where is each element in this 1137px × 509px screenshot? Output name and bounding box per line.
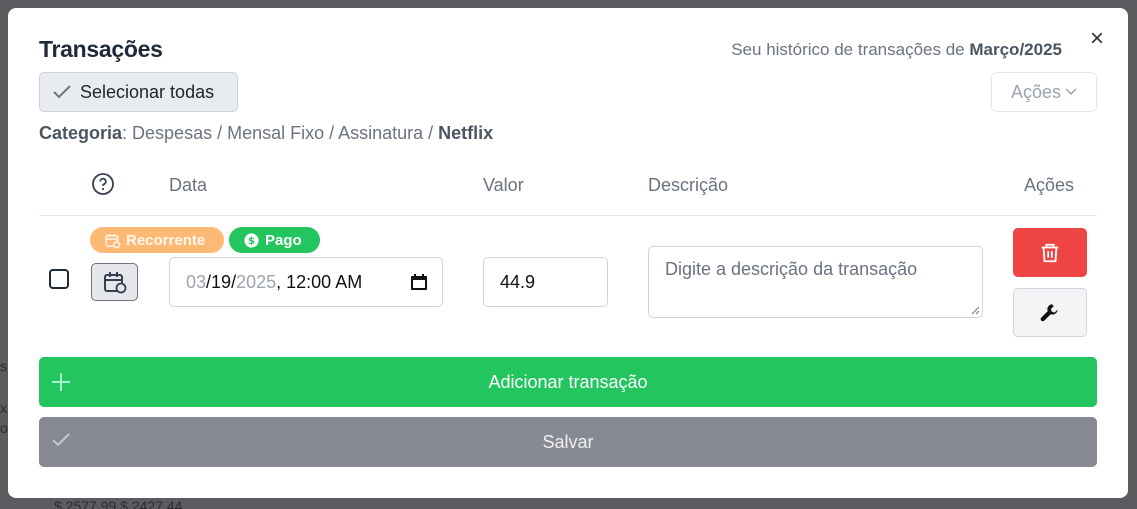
wrench-icon [1040, 303, 1058, 321]
edit-button[interactable] [1013, 288, 1087, 337]
delete-button[interactable] [1013, 228, 1087, 277]
dollar-coin-icon: $ [244, 232, 259, 248]
add-transaction-button[interactable]: Adicionar transação [39, 357, 1097, 407]
close-button[interactable]: × [1086, 27, 1108, 51]
value-input[interactable]: 44.9 [483, 257, 608, 307]
paid-badge-label: Pago [265, 231, 302, 249]
backdrop-text: s [0, 358, 7, 374]
actions-dropdown-label: Ações [1010, 81, 1062, 102]
breadcrumb-current: Netflix [438, 123, 494, 143]
date-day: 19 [211, 271, 232, 292]
subtitle-prefix: Seu histórico de transações de [731, 40, 970, 59]
resize-grip-icon[interactable] [970, 305, 980, 315]
row-checkbox[interactable] [49, 269, 69, 289]
breadcrumb-label: Categoria [39, 123, 123, 143]
column-header-value: Valor [483, 175, 524, 195]
date-input[interactable]: 03/19/2025, 12:00 AM [169, 257, 443, 307]
calendar-repeat-icon [103, 272, 126, 294]
calendar-repeat-icon [105, 233, 121, 248]
chevron-down-icon [1065, 88, 1077, 96]
date-year: 2025 [236, 271, 277, 292]
select-all-label: Selecionar todas [80, 81, 215, 102]
check-icon [52, 433, 70, 447]
column-header-actions: Ações [1024, 175, 1075, 195]
column-header-date: Data [169, 175, 208, 195]
svg-text:$: $ [248, 236, 255, 247]
save-button[interactable]: Salvar [39, 417, 1097, 467]
paid-badge: $ Pago [229, 227, 320, 253]
recurring-toggle-button[interactable] [91, 263, 138, 301]
modal-title: Transações [39, 36, 163, 62]
backdrop-text: o [0, 420, 8, 436]
description-placeholder: Digite a descrição da transação [665, 259, 918, 279]
table-divider [39, 215, 1097, 216]
calendar-icon[interactable] [410, 273, 428, 291]
transactions-modal: × Transações Seu histórico de transações… [8, 8, 1128, 498]
date-time: , 12:00 AM [276, 271, 363, 292]
help-icon[interactable] [91, 172, 115, 196]
modal-subtitle: Seu histórico de transações de Março/202… [731, 40, 1062, 60]
save-label: Salvar [542, 431, 594, 452]
add-transaction-label: Adicionar transação [488, 371, 648, 392]
column-header-description: Descrição [648, 175, 729, 195]
recurring-badge-label: Recorrente [126, 231, 206, 249]
subtitle-period: Março/2025 [969, 40, 1062, 59]
backdrop-text: x [0, 400, 7, 416]
actions-dropdown[interactable]: Ações [991, 72, 1097, 112]
description-textarea[interactable]: Digite a descrição da transação [648, 246, 983, 318]
check-icon [53, 85, 71, 99]
recurring-badge: Recorrente [90, 227, 224, 253]
date-month: 03 [186, 271, 207, 292]
select-all-button[interactable]: Selecionar todas [39, 72, 238, 112]
breadcrumb: Categoria: Despesas / Mensal Fixo / Assi… [39, 123, 493, 144]
plus-icon [52, 373, 70, 391]
breadcrumb-path: : Despesas / Mensal Fixo / Assinatura / [122, 123, 439, 143]
trash-icon [1041, 243, 1059, 262]
backdrop-text: $ 2577.99 $ 2427.44 [54, 498, 183, 509]
